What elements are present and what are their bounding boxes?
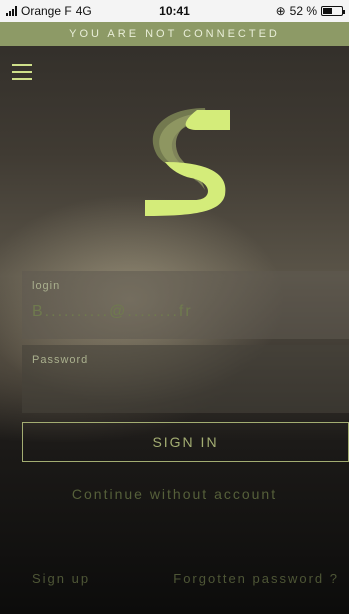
network-label: 4G	[75, 4, 92, 18]
rotation-lock-icon: ⊕	[275, 4, 286, 18]
hamburger-menu-icon[interactable]	[12, 64, 32, 80]
login-input[interactable]	[32, 303, 332, 321]
battery-icon	[321, 6, 345, 16]
password-field[interactable]: Password	[22, 345, 349, 413]
clock: 10:41	[159, 4, 190, 18]
logo-bottom-curve	[145, 162, 226, 216]
status-right: ⊕ 52 %	[275, 4, 345, 18]
password-input[interactable]	[32, 377, 332, 395]
sign-up-link[interactable]: Sign up	[32, 571, 90, 586]
battery-percent: 52 %	[289, 4, 317, 18]
battery-level	[323, 8, 333, 14]
app-screen: Orange F 4G 10:41 ⊕ 52 % YOU ARE NOT CON…	[0, 0, 349, 614]
continue-without-account-link[interactable]: Continue without account	[0, 486, 349, 502]
connection-banner: YOU ARE NOT CONNECTED	[0, 22, 349, 46]
status-left: Orange F 4G	[6, 4, 92, 18]
signal-icon	[6, 6, 17, 16]
carrier-label: Orange F	[21, 4, 72, 18]
login-label: login	[32, 280, 61, 292]
login-field[interactable]: login	[22, 271, 349, 339]
app-logo	[145, 108, 230, 216]
status-bar: Orange F 4G 10:41 ⊕ 52 %	[0, 0, 349, 22]
password-label: Password	[32, 354, 89, 366]
sign-in-button[interactable]: SIGN IN	[22, 422, 349, 462]
forgot-password-link[interactable]: Forgotten password ?	[173, 571, 339, 586]
